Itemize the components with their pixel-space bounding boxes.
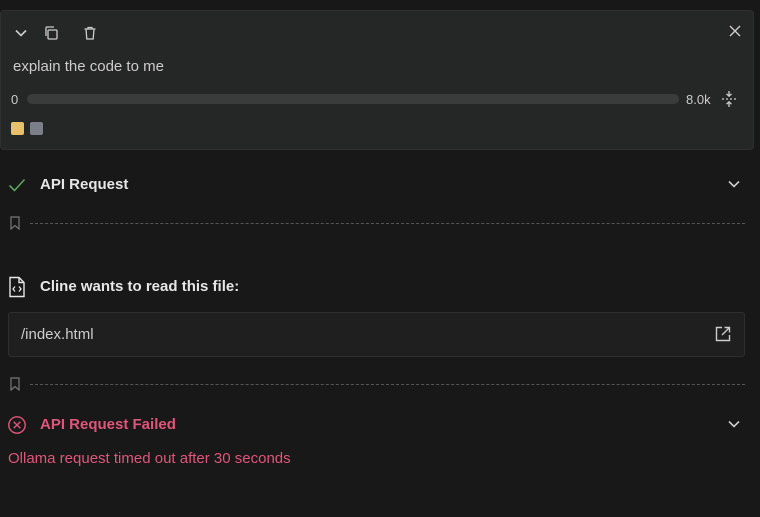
file-path-box[interactable]: /index.html: [8, 312, 745, 357]
error-message: Ollama request timed out after 30 second…: [8, 450, 291, 467]
bookmark-icon[interactable]: [9, 377, 21, 396]
chevron-down-icon[interactable]: [11, 23, 31, 43]
chevron-down-icon[interactable]: [724, 174, 744, 194]
task-header-card: explain the code to me 0 8.0k: [0, 10, 754, 150]
legend-swatch-gray: [30, 122, 43, 135]
legend-swatch-yellow: [11, 122, 24, 135]
divider: [30, 384, 745, 385]
external-link-icon[interactable]: [713, 324, 733, 344]
bookmark-icon[interactable]: [9, 216, 21, 235]
file-path: /index.html: [21, 326, 94, 343]
copy-icon[interactable]: [41, 23, 61, 43]
context-window-bar: [27, 94, 679, 104]
file-code-icon: [7, 276, 27, 298]
check-icon: [7, 175, 27, 195]
close-icon[interactable]: [725, 21, 745, 41]
divider: [30, 223, 745, 224]
read-file-title: Cline wants to read this file:: [40, 278, 240, 295]
chevron-down-icon[interactable]: [724, 414, 744, 434]
api-failed-title[interactable]: API Request Failed: [40, 416, 176, 433]
trash-icon[interactable]: [80, 23, 100, 43]
context-start-label: 0: [11, 92, 19, 107]
context-max-label: 8.0k: [686, 92, 711, 107]
error-circle-icon: [7, 415, 27, 435]
compress-icon[interactable]: [719, 89, 739, 109]
task-text: explain the code to me: [13, 58, 164, 75]
api-request-title[interactable]: API Request: [40, 176, 128, 193]
